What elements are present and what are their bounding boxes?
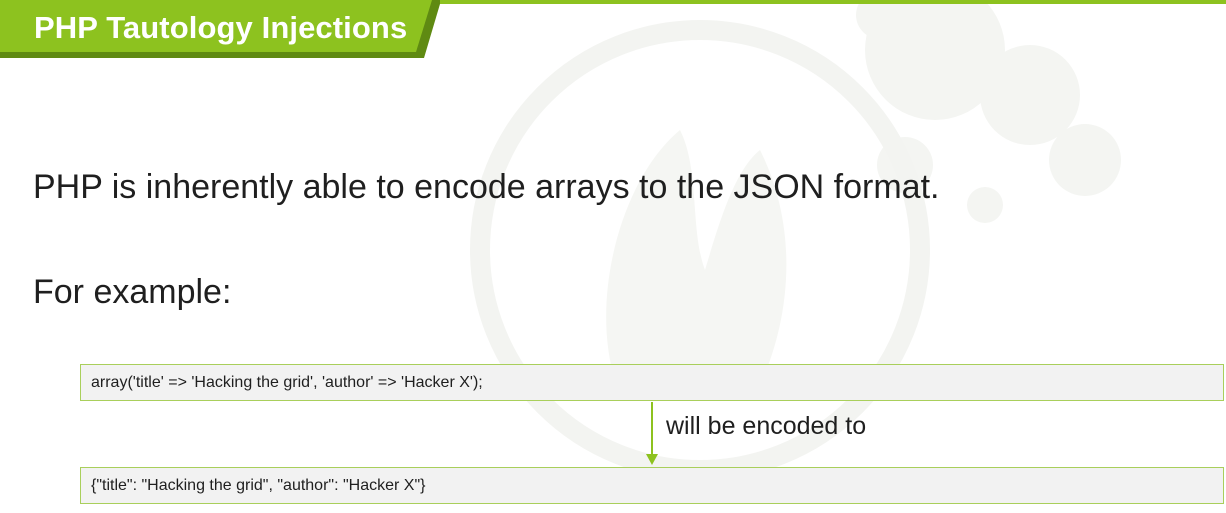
code-input-box: array('title' => 'Hacking the grid', 'au… [80, 364, 1224, 401]
code-output-text: {"title": "Hacking the grid", "author": … [91, 477, 426, 494]
slide-title: PHP Tautology Injections [34, 10, 408, 45]
arrow-label: will be encoded to [666, 412, 867, 440]
slide: PHP Tautology Injections PHP is inherent… [0, 0, 1226, 513]
intro-text: PHP is inherently able to encode arrays … [33, 168, 940, 206]
header-rule [430, 0, 1226, 4]
example-label: For example: [33, 273, 232, 311]
arrow-down-icon [646, 402, 658, 465]
code-input-text: array('title' => 'Hacking the grid', 'au… [91, 374, 483, 391]
watermark-logo [120, 0, 1150, 503]
code-output-box: {"title": "Hacking the grid", "author": … [80, 467, 1224, 504]
